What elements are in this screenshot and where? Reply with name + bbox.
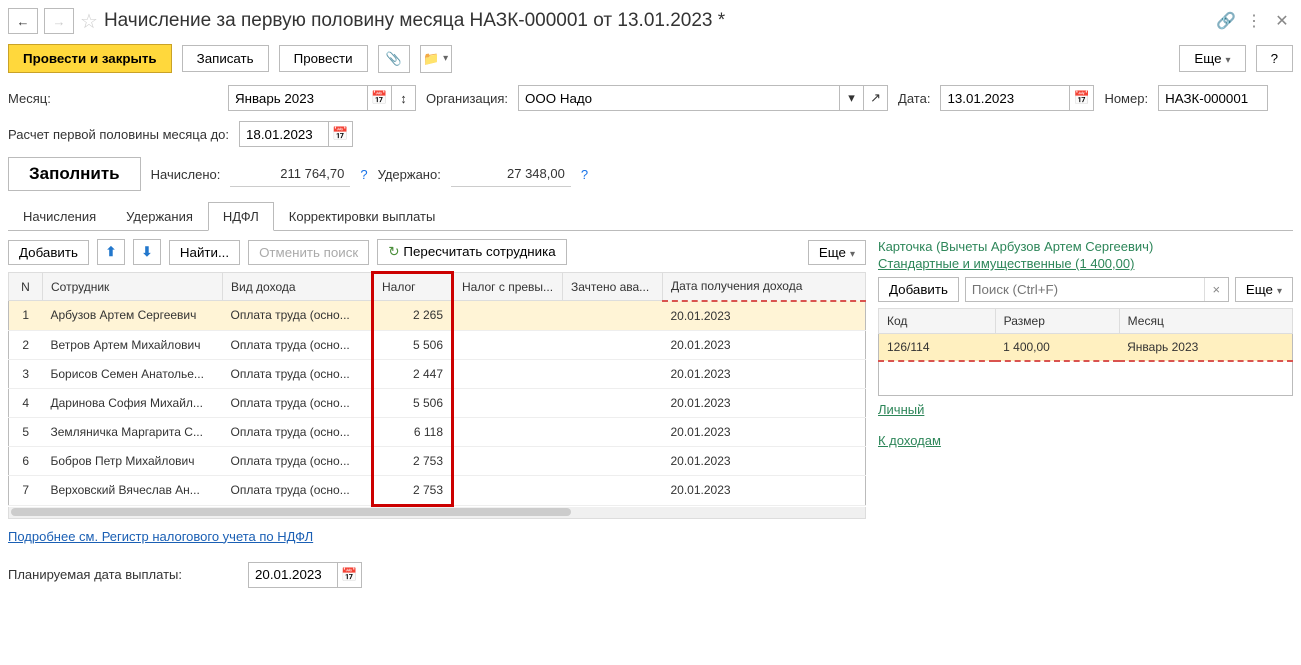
- month-spinner-icon[interactable]: ↕: [392, 85, 416, 111]
- col-tax-over[interactable]: Налог с превы...: [453, 273, 563, 301]
- col-income-type[interactable]: Вид дохода: [223, 273, 373, 301]
- table-row[interactable]: 1Арбузов Артем СергеевичОплата труда (ос…: [9, 301, 866, 331]
- rcol-code[interactable]: Код: [879, 309, 996, 334]
- planned-date-calendar-icon[interactable]: 📅: [338, 562, 362, 588]
- date-input[interactable]: [940, 85, 1070, 111]
- clear-search-icon[interactable]: ×: [1204, 278, 1228, 301]
- table-row[interactable]: 4Даринова София Михайл...Оплата труда (о…: [9, 388, 866, 417]
- tab-deductions[interactable]: Удержания: [111, 202, 208, 231]
- personal-link[interactable]: Личный: [878, 402, 924, 417]
- add-row-button[interactable]: Добавить: [8, 240, 89, 265]
- table-row[interactable]: 2Ветров Артем МихайловичОплата труда (ос…: [9, 330, 866, 359]
- refresh-icon: ↻: [388, 244, 399, 259]
- move-down-button[interactable]: ⬇: [133, 239, 161, 265]
- folder-button[interactable]: 📁▾: [420, 45, 452, 73]
- col-tax[interactable]: Налог: [373, 273, 453, 301]
- month-label: Месяц:: [8, 91, 218, 106]
- recalc-button[interactable]: ↻Пересчитать сотрудника: [377, 239, 566, 265]
- withheld-value: 27 348,00: [451, 161, 571, 187]
- save-button[interactable]: Записать: [182, 45, 269, 72]
- find-button[interactable]: Найти...: [169, 240, 240, 265]
- page-title: Начисление за первую половину месяца НАЗ…: [104, 10, 725, 32]
- table-row[interactable]: 3Борисов Семен Анатолье...Оплата труда (…: [9, 359, 866, 388]
- number-label: Номер:: [1104, 91, 1148, 106]
- tab-ndfl[interactable]: НДФЛ: [208, 202, 274, 231]
- attachment-button[interactable]: 📎: [378, 45, 410, 73]
- right-more-button[interactable]: Еще▾: [1235, 277, 1293, 302]
- ndfl-table: N Сотрудник Вид дохода Налог Налог с пре…: [8, 271, 866, 507]
- calc-until-label: Расчет первой половины месяца до:: [8, 127, 229, 142]
- std-deductions-link[interactable]: Стандартные и имущественные (1 400,00): [878, 256, 1134, 271]
- favorite-star-icon[interactable]: ☆: [80, 9, 98, 34]
- rcol-size[interactable]: Размер: [995, 309, 1119, 334]
- withheld-label: Удержано:: [378, 167, 441, 182]
- tab-accruals[interactable]: Начисления: [8, 202, 111, 231]
- org-label: Организация:: [426, 91, 508, 106]
- horizontal-scrollbar[interactable]: [8, 507, 866, 519]
- link-icon[interactable]: 🔗: [1215, 10, 1237, 32]
- planned-date-label: Планируемая дата выплаты:: [8, 567, 238, 582]
- cancel-find-button[interactable]: Отменить поиск: [248, 240, 369, 265]
- accrued-label: Начислено:: [151, 167, 221, 182]
- tax-register-link[interactable]: Подробнее см. Регистр налогового учета п…: [8, 529, 313, 544]
- deductions-table: Код Размер Месяц 126/114 1 400,00 Январь…: [878, 308, 1293, 396]
- month-input[interactable]: [228, 85, 368, 111]
- more-button[interactable]: Еще▾: [1179, 45, 1245, 72]
- deduction-row[interactable]: 126/114 1 400,00 Январь 2023: [879, 334, 1293, 362]
- right-add-button[interactable]: Добавить: [878, 277, 959, 302]
- post-and-close-button[interactable]: Провести и закрыть: [8, 44, 172, 73]
- org-dropdown-icon[interactable]: ▾: [840, 85, 864, 111]
- nav-back-button[interactable]: ←: [8, 8, 38, 34]
- tab-corrections[interactable]: Корректировки выплаты: [274, 202, 451, 231]
- calc-until-input[interactable]: [239, 121, 329, 147]
- withheld-help-icon[interactable]: ?: [581, 167, 588, 182]
- table-row[interactable]: 5Земляничка Маргарита С...Оплата труда (…: [9, 417, 866, 446]
- col-n[interactable]: N: [9, 273, 43, 301]
- fill-button[interactable]: Заполнить: [8, 157, 141, 191]
- nav-forward-button[interactable]: →: [44, 8, 74, 34]
- accrued-help-icon[interactable]: ?: [360, 167, 367, 182]
- card-title: Карточка (Вычеты Арбузов Артем Сергеевич…: [878, 239, 1293, 254]
- table-row[interactable]: 6Бобров Петр МихайловичОплата труда (осн…: [9, 446, 866, 475]
- kebab-menu-icon[interactable]: ⋮: [1243, 10, 1265, 32]
- number-input[interactable]: [1158, 85, 1268, 111]
- move-up-button[interactable]: ⬆: [97, 239, 125, 265]
- calc-until-calendar-icon[interactable]: 📅: [329, 121, 353, 147]
- month-calendar-icon[interactable]: 📅: [368, 85, 392, 111]
- table-row[interactable]: 7Верховский Вячеслав Ан...Оплата труда (…: [9, 475, 866, 505]
- col-employee[interactable]: Сотрудник: [43, 273, 223, 301]
- org-open-icon[interactable]: ↗: [864, 85, 888, 111]
- close-icon[interactable]: ✕: [1271, 10, 1293, 32]
- date-label: Дата:: [898, 91, 930, 106]
- col-receipt-date[interactable]: Дата получения дохода: [663, 273, 866, 301]
- accrued-value: 211 764,70: [230, 161, 350, 187]
- right-search-input[interactable]: [966, 278, 1204, 301]
- date-calendar-icon[interactable]: 📅: [1070, 85, 1094, 111]
- col-credited[interactable]: Зачтено ава...: [563, 273, 663, 301]
- rcol-month[interactable]: Месяц: [1119, 309, 1292, 334]
- to-income-link[interactable]: К доходам: [878, 433, 941, 448]
- help-button[interactable]: ?: [1256, 45, 1293, 72]
- post-button[interactable]: Провести: [279, 45, 368, 72]
- planned-date-input[interactable]: [248, 562, 338, 588]
- table-more-button[interactable]: Еще▾: [808, 240, 866, 265]
- org-input[interactable]: [518, 85, 840, 111]
